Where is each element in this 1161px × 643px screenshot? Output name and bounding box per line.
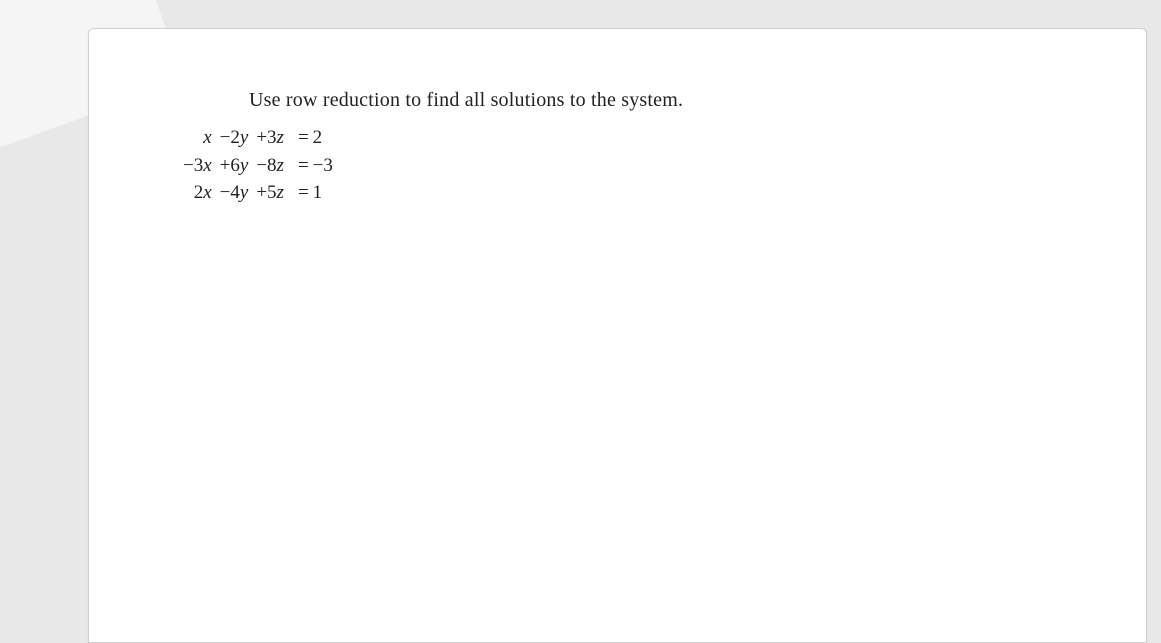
eq-rhs: 1	[311, 179, 337, 207]
eq-term-x: −3x	[179, 152, 216, 180]
eq-equals: =	[288, 179, 311, 207]
equation-table: x −2y +3z = 2 −3x +6y −8z = −3 2x −4y +5…	[179, 124, 337, 207]
equation-row: 2x −4y +5z = 1	[179, 179, 337, 207]
equation-row: −3x +6y −8z = −3	[179, 152, 337, 180]
equation-system: x −2y +3z = 2 −3x +6y −8z = −3 2x −4y +5…	[179, 124, 1086, 207]
eq-term-x: x	[179, 124, 216, 152]
eq-term-y: −2y	[216, 124, 253, 152]
eq-term-z: +5z	[252, 179, 288, 207]
eq-rhs: 2	[311, 124, 337, 152]
eq-term-x: 2x	[179, 179, 216, 207]
eq-term-y: +6y	[216, 152, 253, 180]
eq-equals: =	[288, 152, 311, 180]
equation-row: x −2y +3z = 2	[179, 124, 337, 152]
problem-content: Use row reduction to find all solutions …	[89, 29, 1146, 227]
instruction-text: Use row reduction to find all solutions …	[249, 89, 1086, 112]
eq-rhs: −3	[311, 152, 337, 180]
eq-term-z: +3z	[252, 124, 288, 152]
eq-term-z: −8z	[252, 152, 288, 180]
eq-term-y: −4y	[216, 179, 253, 207]
eq-equals: =	[288, 124, 311, 152]
document-page: Use row reduction to find all solutions …	[88, 28, 1147, 643]
